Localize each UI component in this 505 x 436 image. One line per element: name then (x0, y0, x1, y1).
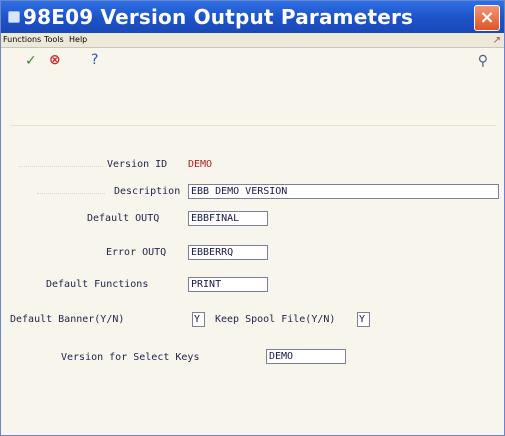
default-functions-field[interactable]: PRINT (188, 277, 268, 292)
menu-functions[interactable]: Functions (3, 35, 41, 44)
error-outq-field[interactable]: EBBERRQ (188, 245, 268, 260)
title-bar: 98E09 Version Output Parameters × (1, 1, 504, 33)
menu-bar: Functions Tools Help ↗ (1, 33, 504, 48)
default-outq-field[interactable]: EBBFINAL (188, 211, 268, 226)
version-id-value: DEMO (188, 159, 213, 170)
select-keys-label: Version for Select Keys (61, 352, 200, 363)
keep-spool-label: Keep Spool File(Y/N) (215, 314, 336, 325)
default-banner-field[interactable]: Y (192, 312, 205, 327)
default-functions-label: Default Functions (46, 279, 149, 290)
dotted-guide (37, 192, 105, 194)
keep-spool-field[interactable]: Y (357, 312, 370, 327)
default-outq-label: Default OUTQ (87, 213, 160, 224)
dotted-guide (19, 165, 103, 167)
cancel-icon[interactable]: ⊗ (49, 52, 61, 68)
close-button[interactable]: × (474, 5, 500, 31)
menu-tools[interactable]: Tools (44, 35, 64, 44)
toolbar (1, 48, 504, 90)
window-title: 98E09 Version Output Parameters (23, 5, 414, 29)
app-icon (8, 11, 20, 23)
help-icon[interactable]: ? (91, 52, 98, 68)
search-icon[interactable]: ⚲ (478, 53, 488, 69)
version-id-label: Version ID (107, 159, 168, 170)
default-banner-label: Default Banner(Y/N) (10, 314, 125, 325)
select-keys-field[interactable]: DEMO (266, 349, 346, 364)
version-output-parameters-window: 98E09 Version Output Parameters × Functi… (0, 0, 505, 436)
ok-icon[interactable]: ✓ (25, 53, 37, 69)
description-label: Description (114, 186, 181, 197)
error-outq-label: Error OUTQ (106, 247, 167, 258)
menu-corner-icon: ↗ (492, 35, 501, 46)
menu-help[interactable]: Help (69, 35, 87, 44)
description-field[interactable]: EBB DEMO VERSION (188, 184, 499, 199)
